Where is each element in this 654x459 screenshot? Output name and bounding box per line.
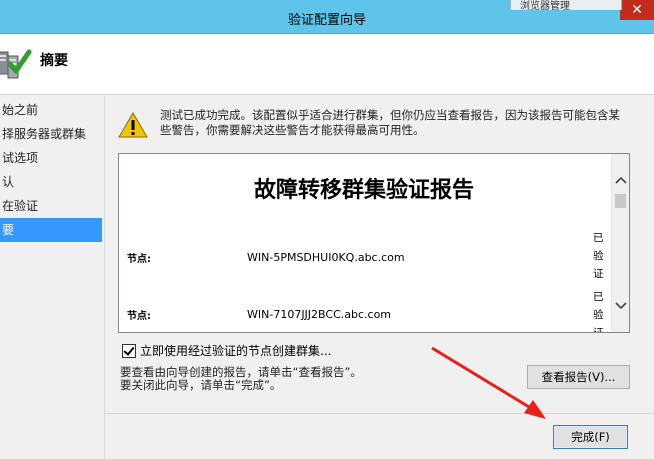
warning-icon bbox=[118, 112, 148, 141]
instructions: 要查看由向导创建的报告，请单击“查看报告”。 要关闭此向导，请单击“完成”。 bbox=[120, 366, 362, 392]
report-node-status: 已验证 bbox=[593, 291, 604, 333]
sidebar-item-summary[interactable]: 要 bbox=[0, 218, 102, 242]
scroll-up-arrow-icon[interactable] bbox=[612, 172, 629, 189]
finish-button[interactable]: 完成(F) bbox=[553, 425, 628, 449]
warning-message: 测试已成功完成。该配置似乎适合进行群集，但你仍应当查看报告，因为该报告可能包含某… bbox=[160, 108, 620, 137]
create-cluster-checkbox[interactable] bbox=[122, 343, 136, 358]
background-window-label: 浏览器管理 bbox=[520, 1, 570, 12]
close-button[interactable]: ✕ bbox=[620, 0, 654, 20]
create-cluster-checkbox-label[interactable]: 立即使用经过验证的节点创建群集... bbox=[140, 344, 331, 358]
wizard-steps: 始之前 择服务器或群集 试选项 认 在验证 要 bbox=[0, 98, 102, 242]
instruction-finish: 要关闭此向导，请单击“完成”。 bbox=[120, 378, 282, 392]
view-report-button[interactable]: 查看报告(V)... bbox=[527, 365, 630, 389]
sidebar-item-testing-options[interactable]: 试选项 bbox=[0, 146, 102, 170]
sidebar-item-confirmation[interactable]: 认 bbox=[0, 170, 102, 194]
validation-report-viewer[interactable]: 故障转移群集验证报告 节点: WIN-5PMSDHUI0KQ.abc.com 已… bbox=[118, 153, 630, 333]
sidebar-item-validating[interactable]: 在验证 bbox=[0, 194, 102, 218]
scroll-thumb[interactable] bbox=[615, 194, 626, 208]
sidebar-item-before-you-begin[interactable]: 始之前 bbox=[0, 98, 102, 122]
wizard-header: 摘要 bbox=[0, 34, 654, 95]
report-node-label: 节点: bbox=[127, 311, 151, 322]
report-node-label: 节点: bbox=[127, 254, 151, 265]
sidebar-divider bbox=[104, 96, 105, 459]
sidebar-item-select-servers[interactable]: 择服务器或群集 bbox=[0, 122, 102, 146]
report-node-value: WIN-7107JJJ2BCC.abc.com bbox=[247, 308, 392, 321]
report-node-value: WIN-5PMSDHUI0KQ.abc.com bbox=[247, 251, 405, 264]
cluster-validation-checkmark-icon bbox=[0, 44, 32, 87]
scroll-down-arrow-icon[interactable] bbox=[612, 298, 629, 315]
report-scrollbar[interactable] bbox=[611, 154, 629, 332]
report-node-status: 已验证 bbox=[593, 232, 604, 280]
create-cluster-option[interactable]: 立即使用经过验证的节点创建群集... bbox=[122, 342, 331, 359]
report-title: 故障转移群集验证报告 bbox=[253, 178, 474, 203]
footer-divider bbox=[105, 413, 654, 414]
page-title: 摘要 bbox=[40, 53, 68, 69]
